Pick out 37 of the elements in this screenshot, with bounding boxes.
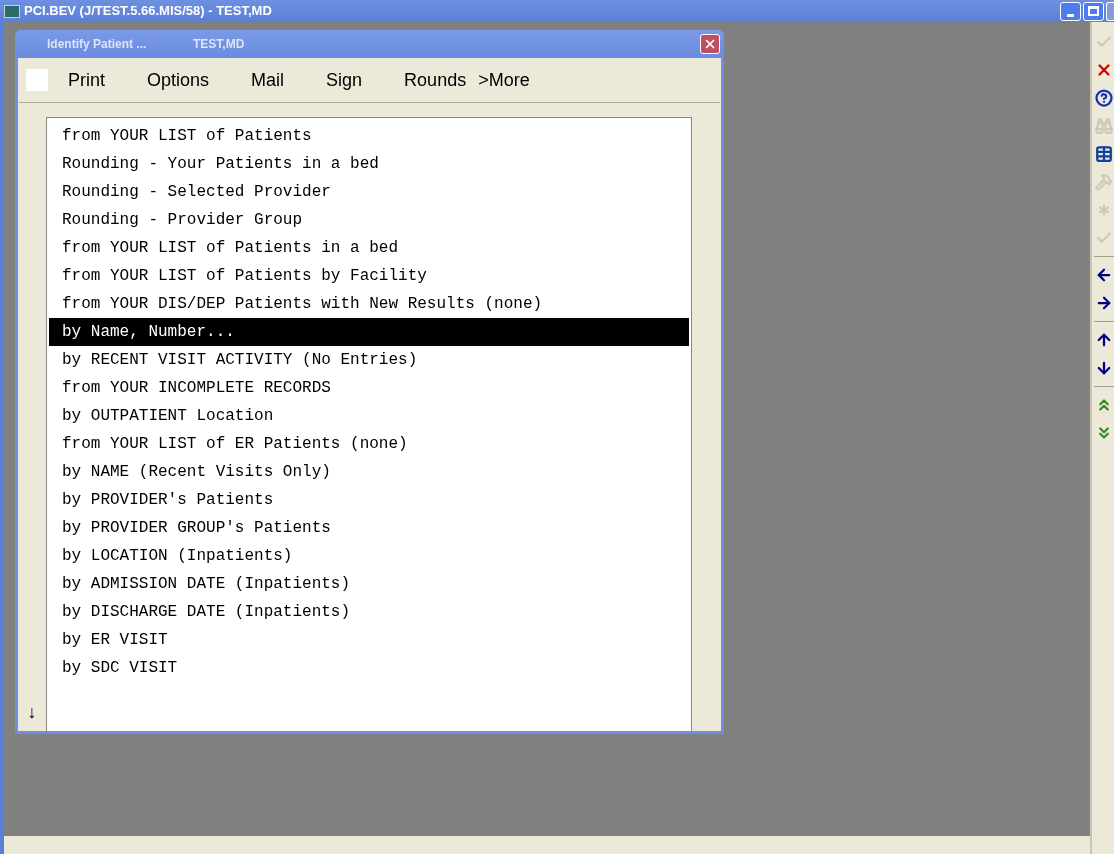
close-icon: [703, 37, 717, 51]
list-item[interactable]: Rounding - Selected Provider: [49, 178, 689, 206]
list-item[interactable]: from YOUR LIST of Patients by Facility: [49, 262, 689, 290]
menu-item[interactable]: Print: [68, 66, 105, 94]
app-icon: [4, 4, 20, 18]
close-button[interactable]: [700, 34, 720, 54]
list-item[interactable]: from YOUR DIS/DEP Patients with New Results (none): [49, 290, 689, 318]
list-item[interactable]: Rounding - Your Patients in a bed: [49, 150, 689, 178]
scroll-marker: ↓: [26, 702, 38, 725]
list-item[interactable]: from YOUR LIST of Patients: [49, 122, 689, 150]
list-item[interactable]: by ER VISIT: [49, 626, 689, 654]
menu-item[interactable]: Options: [147, 66, 210, 94]
minimize-button[interactable]: [1060, 1, 1081, 21]
maximize-button[interactable]: [1083, 1, 1104, 21]
dialog-user: TEST,MD: [193, 36, 245, 53]
dialog-title: Identify Patient ...: [47, 36, 148, 53]
list-item[interactable]: by ADMISSION DATE (Inpatients): [49, 570, 689, 598]
window-title: PCI.BEV (J/TEST.5.66.MIS/58) - TEST,MD: [24, 2, 272, 21]
list-item[interactable]: by PROVIDER GROUP's Patients: [49, 514, 689, 542]
menu-item[interactable]: >More: [478, 66, 530, 94]
list-item[interactable]: by Name, Number...: [49, 318, 689, 346]
list-item[interactable]: by NAME (Recent Visits Only): [49, 458, 689, 486]
menu-item[interactable]: Rounds: [404, 66, 467, 94]
list-item[interactable]: by PROVIDER's Patients: [49, 486, 689, 514]
list-item[interactable]: from YOUR LIST of ER Patients (none): [49, 430, 689, 458]
menu-checkbox[interactable]: [26, 69, 48, 91]
list-item[interactable]: Rounding - Provider Group: [49, 206, 689, 234]
list-item[interactable]: by SDC VISIT: [49, 654, 689, 682]
list-item[interactable]: from YOUR INCOMPLETE RECORDS: [49, 374, 689, 402]
menu-item[interactable]: Mail: [251, 66, 285, 94]
list-item[interactable]: by RECENT VISIT ACTIVITY (No Entries): [49, 346, 689, 374]
menu-item[interactable]: Sign: [326, 66, 363, 94]
list-item[interactable]: by OUTPATIENT Location: [49, 402, 689, 430]
list-item[interactable]: by DISCHARGE DATE (Inpatients): [49, 598, 689, 626]
list-item[interactable]: from YOUR LIST of Patients in a bed: [49, 234, 689, 262]
list-item[interactable]: by LOCATION (Inpatients): [49, 542, 689, 570]
close-button[interactable]: [1106, 1, 1114, 21]
